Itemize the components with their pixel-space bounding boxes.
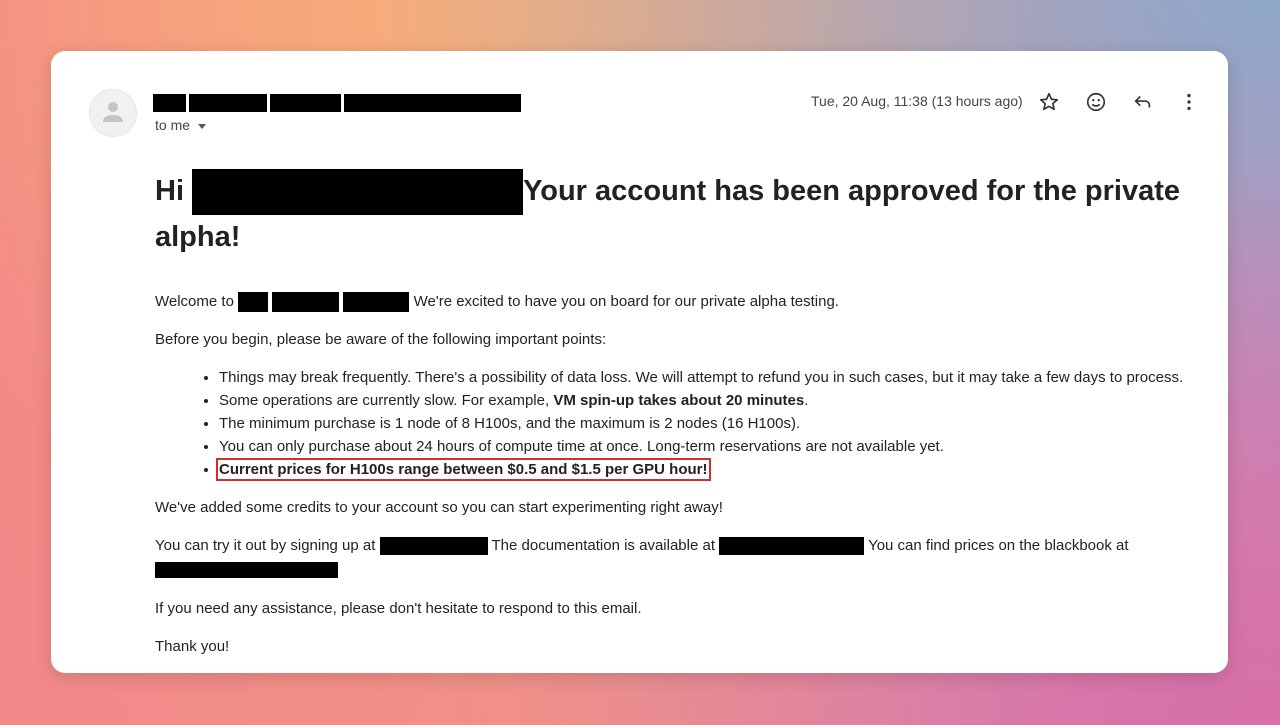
redacted-link[interactable] (155, 562, 338, 579)
person-icon (103, 102, 123, 122)
list-item: You can only purchase about 24 hours of … (219, 435, 1215, 458)
redacted-link[interactable] (719, 537, 865, 556)
list-item-highlighted: Current prices for H100s range between $… (216, 458, 1215, 482)
recipient-label: to me (155, 117, 191, 133)
timestamp: Tue, 20 Aug, 11:38 (13 hours ago) (811, 93, 1023, 109)
links-paragraph: You can try it out by signing up at The … (155, 534, 1215, 582)
assist-paragraph: If you need any assistance, please don't… (155, 600, 642, 618)
redacted-name (192, 169, 524, 216)
welcome-paragraph: Welcome to We're excited to have you on … (155, 290, 1215, 313)
sender-avatar (89, 89, 137, 137)
before-paragraph: Before you begin, please be aware of the… (155, 331, 607, 349)
sender-redacted (153, 94, 521, 112)
list-item: The minimum purchase is 1 node of 8 H100… (219, 412, 1215, 435)
email-heading: Hi Your account has been approved for th… (155, 169, 1215, 260)
star-icon[interactable] (1038, 91, 1060, 113)
more-vert-icon[interactable] (1178, 91, 1200, 113)
list-item: Things may break frequently. There's a p… (219, 366, 1215, 389)
points-list: Things may break frequently. There's a p… (155, 366, 1215, 482)
credits-paragraph: We've added some credits to your account… (155, 499, 723, 517)
email-body: Hi Your account has been approved for th… (155, 169, 1215, 673)
thanks-paragraph: Thank you! (155, 638, 230, 656)
caret-down-icon (198, 123, 207, 129)
reply-icon[interactable] (1132, 91, 1154, 113)
email-card: to me Tue, 20 Aug, 11:38 (13 hours ago) … (51, 51, 1228, 673)
redacted-link[interactable] (379, 537, 488, 556)
recipient-toggle[interactable]: to me (155, 117, 207, 133)
list-item: Some operations are currently slow. For … (219, 389, 1215, 412)
emoji-icon[interactable] (1085, 91, 1107, 113)
